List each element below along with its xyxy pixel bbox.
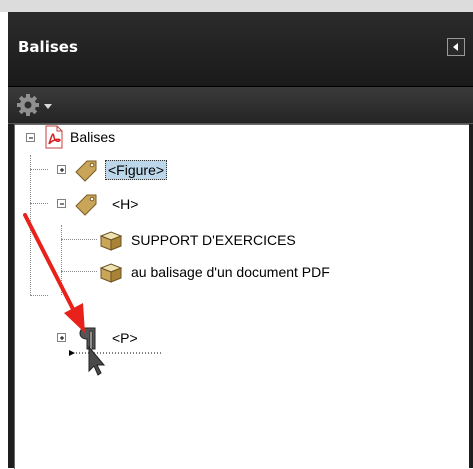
triangle-left-icon bbox=[453, 43, 458, 51]
tree-node-label: <H> bbox=[112, 196, 139, 212]
cursor-icon bbox=[88, 345, 106, 376]
expand-toggle[interactable] bbox=[57, 165, 66, 174]
tree-connector bbox=[30, 169, 48, 170]
panel-header: Balises bbox=[8, 12, 473, 87]
panel-title: Balises bbox=[18, 38, 78, 56]
tag-icon bbox=[75, 160, 97, 182]
tree-connector bbox=[30, 203, 48, 204]
gear-icon bbox=[17, 94, 52, 116]
minus-icon bbox=[29, 137, 33, 139]
options-menu-button[interactable] bbox=[16, 93, 58, 117]
panel-toolbar bbox=[8, 87, 473, 124]
window-chrome bbox=[0, 0, 473, 12]
tree-node-label: Balises bbox=[70, 129, 116, 145]
tree-node-label: au balisage d'un document PDF bbox=[131, 264, 330, 280]
tag-tree: Balises <Figure> <H> SUPPORT D'EXERCICES… bbox=[14, 124, 473, 469]
collapse-panel-button[interactable] bbox=[447, 38, 465, 56]
panel-edge bbox=[469, 124, 473, 468]
chevron-down-icon bbox=[44, 104, 52, 109]
tags-panel: Balises Balises <Figure> <H> SUPPORT D'E… bbox=[8, 12, 473, 469]
tree-node-label: <Figure> bbox=[105, 160, 168, 180]
drop-insertion-indicator bbox=[69, 345, 163, 376]
tree-node-label: SUPPORT D'EXERCICES bbox=[131, 232, 296, 248]
pdf-icon bbox=[45, 125, 63, 149]
plus-icon bbox=[60, 168, 64, 172]
annotation-arrow bbox=[23, 213, 85, 333]
collapse-toggle[interactable] bbox=[26, 133, 35, 142]
